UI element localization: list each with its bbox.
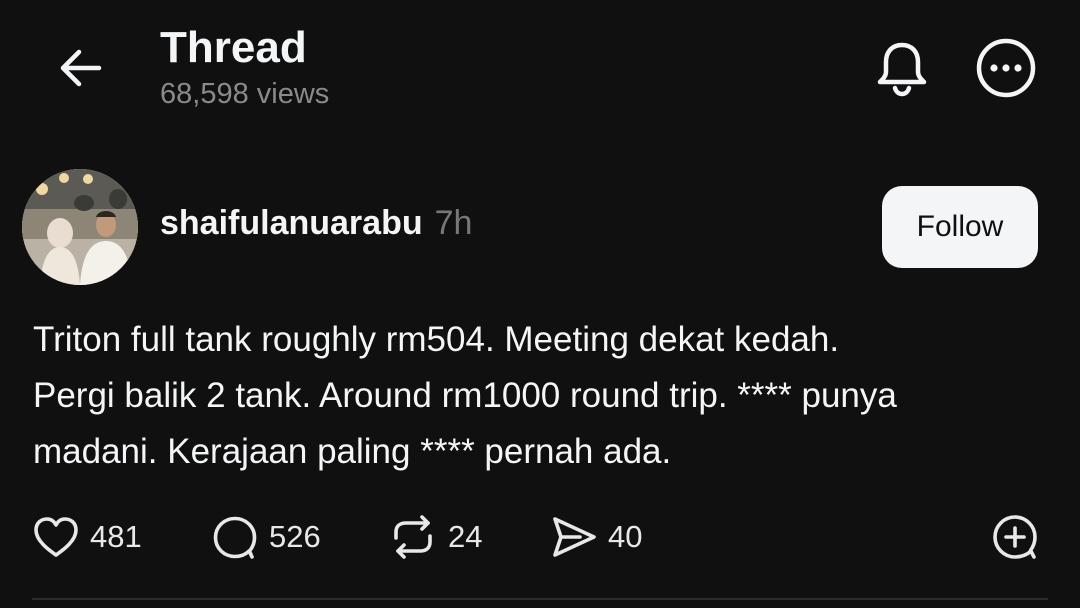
like-button[interactable]: 481	[32, 512, 142, 562]
back-button[interactable]	[50, 38, 110, 98]
bell-icon	[877, 42, 927, 97]
arrow-left-icon	[60, 49, 102, 87]
reply-count: 526	[269, 519, 321, 554]
send-icon	[553, 517, 596, 557]
post-text: Triton full tank roughly rm504. Meeting …	[33, 312, 1043, 480]
ellipsis-circle-icon	[976, 38, 1036, 98]
profile-photo	[22, 169, 138, 285]
share-button[interactable]: 40	[550, 512, 642, 562]
avatar[interactable]	[22, 169, 138, 285]
comment-icon	[213, 516, 257, 559]
post-text-line: Pergi balik 2 tank. Around rm1000 round …	[33, 376, 897, 415]
like-count: 481	[90, 519, 142, 554]
heart-icon	[34, 517, 78, 557]
post-text-line: madani. Kerajaan paling **** pernah ada.	[33, 432, 672, 471]
page-title: Thread	[160, 23, 307, 72]
repost-icon	[394, 515, 432, 559]
follow-button[interactable]: Follow	[882, 186, 1038, 268]
username[interactable]: shaifulanuarabu	[160, 204, 423, 243]
share-count: 40	[608, 519, 643, 554]
more-options-button[interactable]	[972, 34, 1040, 102]
post-timestamp: 7h	[434, 204, 473, 242]
view-count: 68,598 views	[160, 78, 330, 110]
notifications-button[interactable]	[868, 34, 936, 102]
author-line: shaifulanuarabu 7h	[160, 204, 472, 252]
add-circle-icon	[993, 515, 1037, 559]
post-text-line: Triton full tank roughly rm504. Meeting …	[33, 320, 840, 359]
reply-button[interactable]: 526	[211, 512, 321, 562]
repost-count: 24	[448, 519, 483, 554]
repost-button[interactable]: 24	[388, 512, 482, 562]
quote-button[interactable]	[990, 512, 1040, 562]
divider	[32, 598, 1048, 600]
